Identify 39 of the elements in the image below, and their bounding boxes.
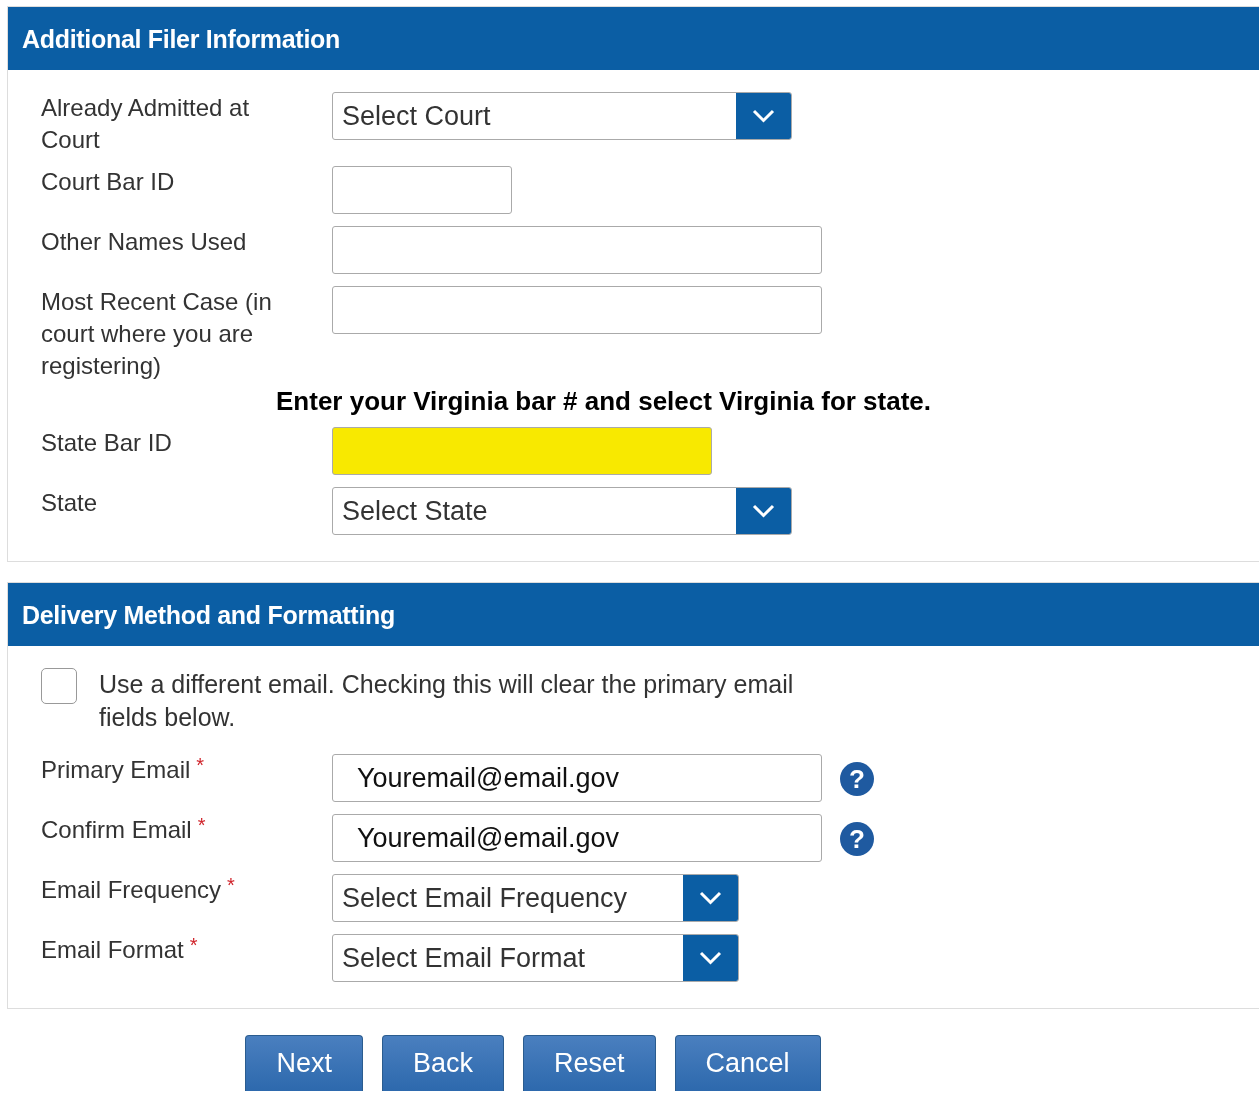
select-dropdown[interactable]: Select State [332,487,792,535]
form-button[interactable]: Cancel [674,1035,821,1091]
select-dropdown[interactable]: Select Email Frequency [332,874,739,922]
help-icon[interactable]: ? [840,822,874,856]
field-label: State [41,488,98,518]
select-dropdown[interactable]: Select Email Format [332,934,739,982]
help-icon[interactable]: ? [840,762,874,796]
instruction-note: Enter your Virginia bar # and select Virginia for state. [276,386,933,417]
chevron-down-icon [736,488,791,534]
required-mark: * [196,754,205,777]
field-label: Court Bar ID [41,167,175,197]
text-field[interactable] [332,166,512,214]
required-mark: * [197,814,206,837]
field-label: Email Frequency [41,875,222,905]
text-field[interactable]: Youremail@email.gov [332,754,822,802]
form-button[interactable]: Back [381,1035,504,1091]
field-label: Most Recent Case (in court where you are registering) [41,287,273,381]
required-mark: * [189,934,198,957]
text-field[interactable] [332,226,822,274]
text-field[interactable]: Youremail@email.gov [332,814,822,862]
form-button[interactable]: Next [245,1035,363,1091]
form-button[interactable]: Reset [523,1035,656,1091]
chevron-down-icon [736,93,791,139]
field-label: Already Admitted at Court [41,93,251,155]
field-label: Email Format [41,935,184,965]
field-label: Primary Email [41,755,191,785]
section-header: Delivery Method and Formatting [8,583,1259,646]
field-label: State Bar ID [41,428,172,458]
required-mark: * [227,874,235,897]
chevron-down-icon [683,935,738,981]
chevron-down-icon [683,875,738,921]
field-label: Confirm Email [41,815,192,845]
select-dropdown[interactable]: Select Court [332,92,792,140]
checkbox[interactable] [41,668,77,704]
section-header: Additional Filer Information [8,7,1259,70]
field-label: Other Names Used [41,227,247,257]
checkbox-label: Use a different email. Checking this will clear the primary email fields below. [99,669,795,733]
text-field[interactable] [332,286,822,334]
text-field[interactable] [332,427,712,475]
